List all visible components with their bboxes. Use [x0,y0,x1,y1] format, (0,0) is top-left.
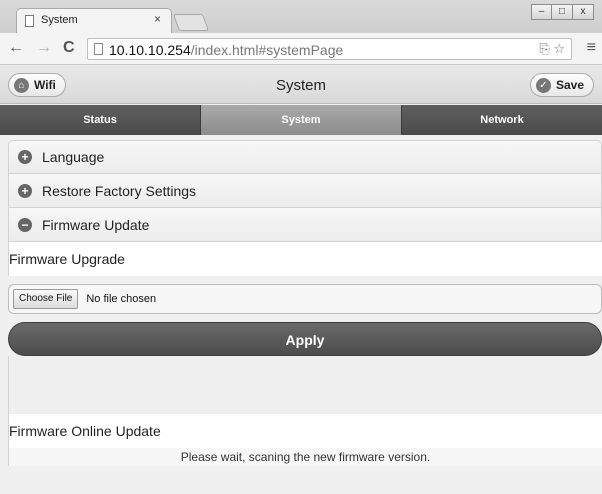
content: + Language + Restore Factory Settings − … [8,140,602,466]
url-text: 10.10.10.254/index.html#systemPage [109,42,344,58]
firmware-online-update-title: Firmware Online Update [8,414,602,448]
browser-tab[interactable]: System × [16,8,172,33]
save-button[interactable]: ✓ Save [529,73,594,97]
maximize-button[interactable]: □ [552,4,573,20]
plus-icon: + [18,183,32,198]
menu-icon[interactable]: ≡ [587,39,596,57]
section-language[interactable]: + Language [8,140,602,174]
plus-icon: + [18,150,32,164]
bookmark-star-icon[interactable]: ⎘ ☆ [539,41,565,57]
page-icon [25,15,34,27]
section-firmware-update[interactable]: − Firmware Update [8,208,602,242]
check-icon: ✓ [535,77,551,93]
file-status: No file chosen [86,293,157,305]
file-input[interactable]: Choose File No file chosen [8,284,602,314]
app-page: ⌂ Wifi System ✓ Save Status System Netwo… [0,66,602,494]
browser-toolbar: ← → C 10.10.10.254/index.html#systemPage… [0,33,602,65]
new-tab-button[interactable] [172,14,210,31]
apply-button[interactable]: Apply [8,322,602,356]
choose-file-button[interactable]: Choose File [13,289,79,309]
browser-tabstrip: System × – □ x [0,0,602,33]
close-window-button[interactable]: x [573,4,594,20]
tab-status[interactable]: Status [0,105,201,135]
minus-icon: − [18,217,32,232]
back-arrow-icon[interactable]: ← [8,39,24,57]
tab-bar: Status System Network [0,105,602,135]
reload-icon[interactable]: C [63,39,75,57]
tab-system[interactable]: System [201,105,402,135]
section-restore-factory-settings[interactable]: + Restore Factory Settings [8,174,602,208]
page-icon [94,43,103,55]
tab-network[interactable]: Network [402,105,602,135]
page-title: System [275,77,326,94]
online-update-status: Please wait, scaning the new firmware ve… [8,448,602,466]
firmware-upgrade-title: Firmware Upgrade [8,242,602,276]
forward-arrow-icon[interactable]: → [36,39,52,57]
address-bar[interactable]: 10.10.10.254/index.html#systemPage ⎘ ☆ [87,38,572,60]
app-header: ⌂ Wifi System ✓ Save [0,66,602,104]
tab-title: System [41,14,78,26]
spacer [8,356,602,414]
window-controls: – □ x [531,4,594,20]
close-tab-icon[interactable]: × [154,12,161,26]
minimize-button[interactable]: – [531,4,552,20]
